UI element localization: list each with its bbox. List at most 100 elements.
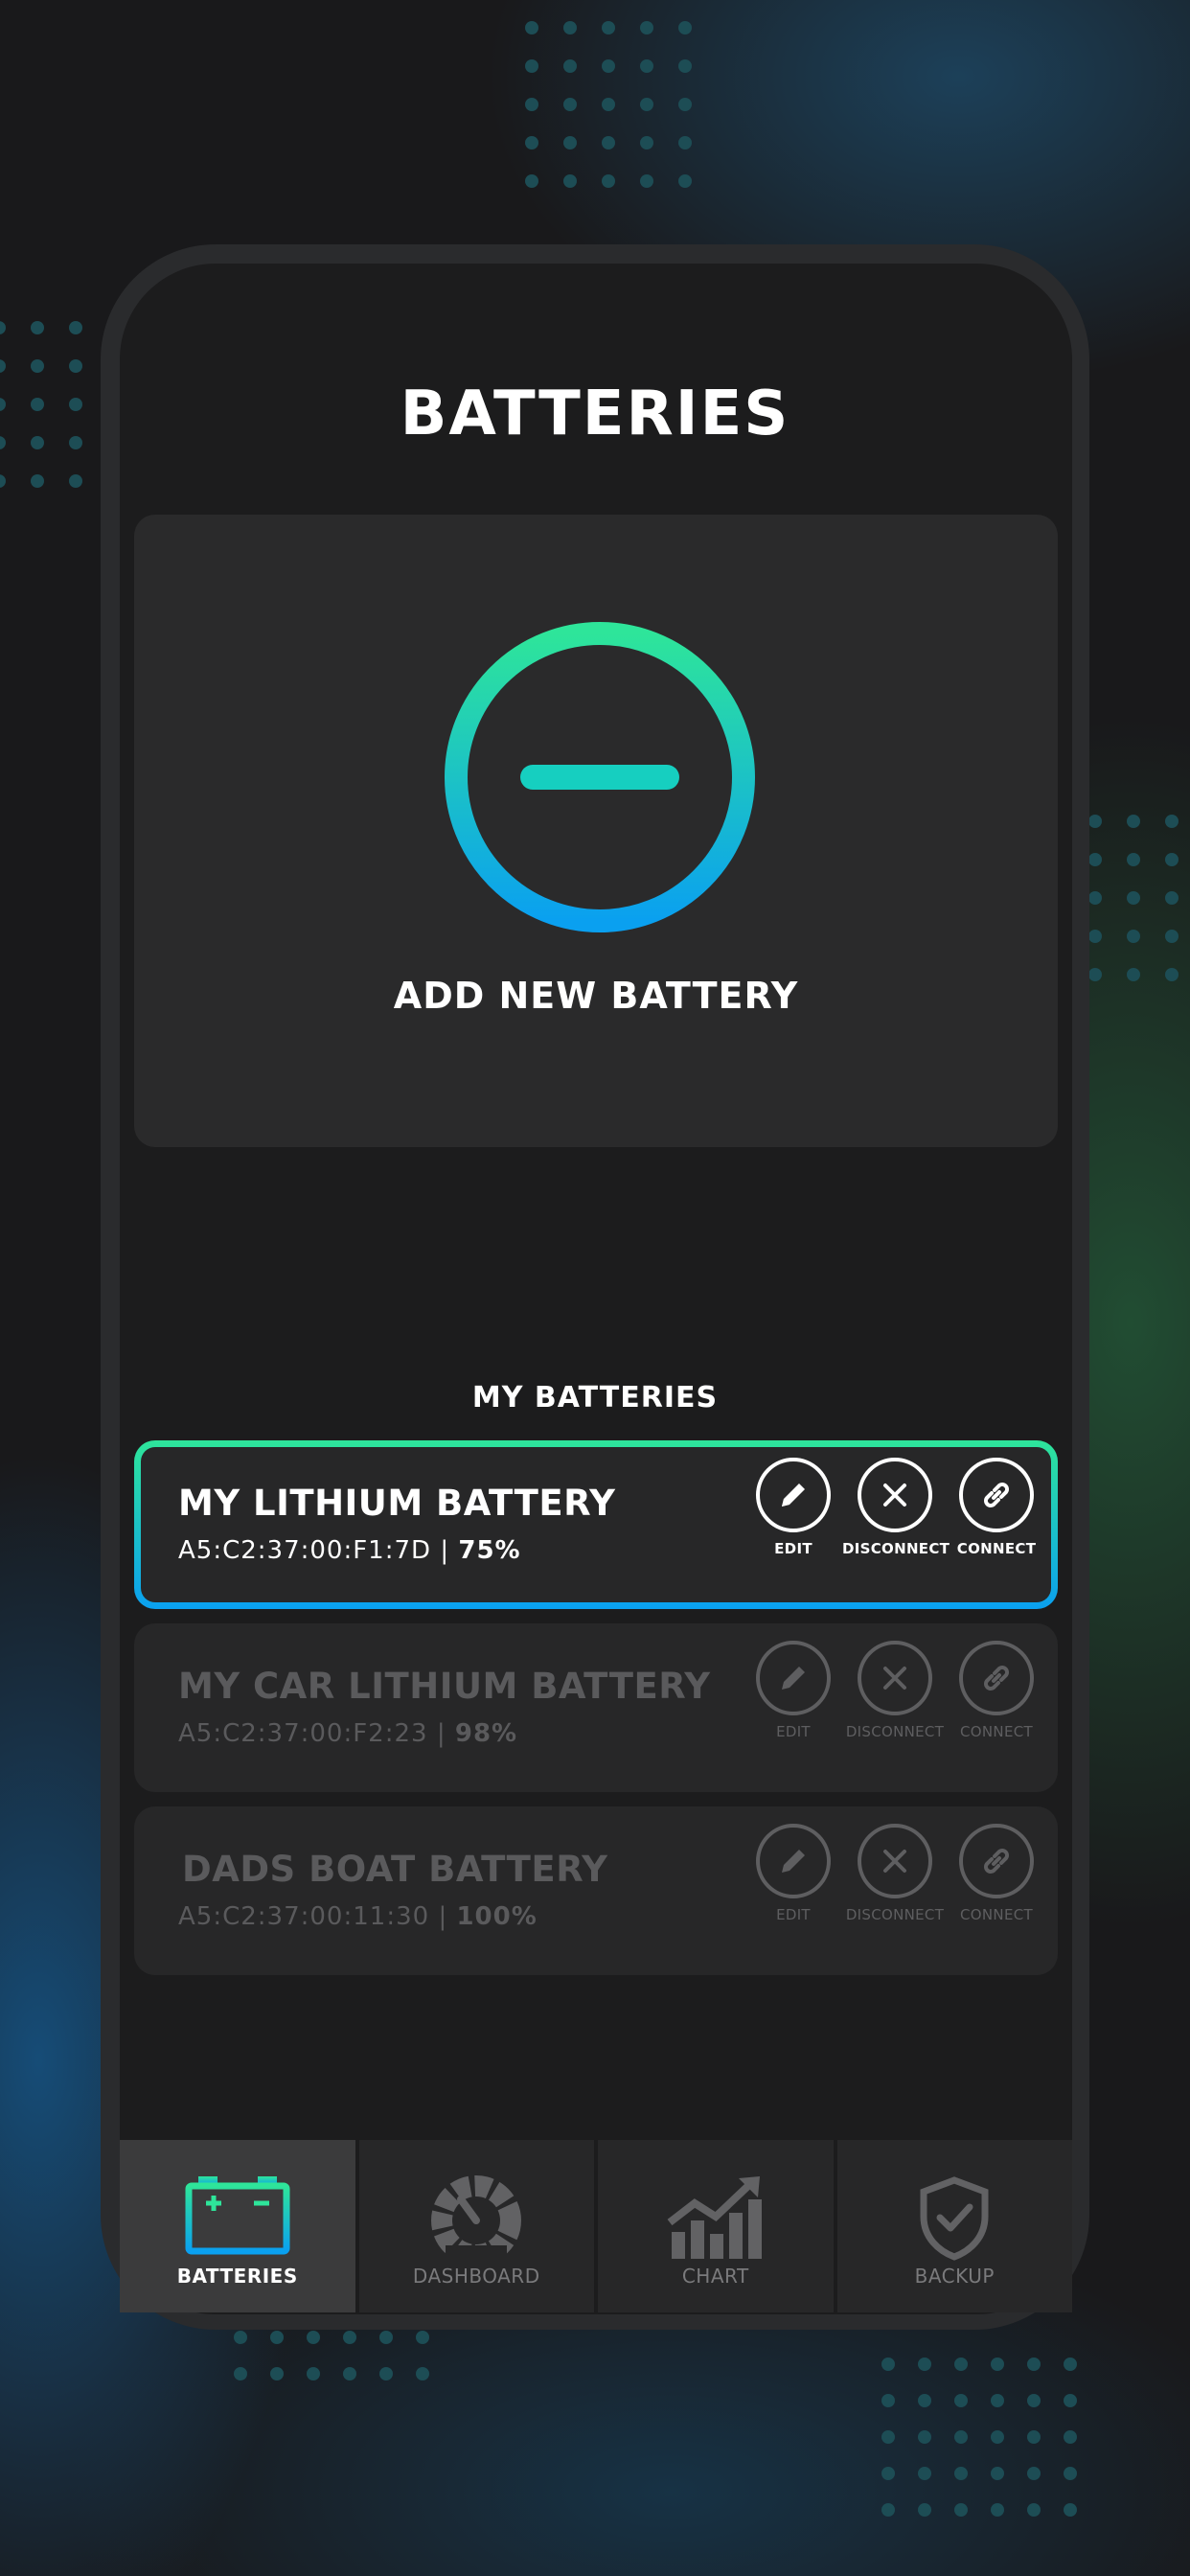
dot <box>954 2430 968 2444</box>
battery-percent: 100% <box>456 1902 538 1931</box>
dot <box>1064 2358 1077 2371</box>
dot <box>1127 891 1140 905</box>
nav-item-chart[interactable]: CHART <box>598 2140 837 2312</box>
dot <box>1127 968 1140 981</box>
close-icon[interactable] <box>858 1458 932 1532</box>
connect-button[interactable]: CONNECT <box>944 1458 1049 1557</box>
dot <box>563 174 577 188</box>
connect-label: CONNECT <box>956 1540 1037 1557</box>
dot <box>991 2467 1004 2480</box>
dot <box>678 59 692 73</box>
disconnect-button[interactable]: DISCONNECT <box>842 1458 950 1557</box>
dot <box>416 2367 429 2380</box>
dot <box>234 2367 247 2380</box>
dot <box>270 2367 284 2380</box>
dot <box>918 2394 931 2407</box>
dot <box>954 2358 968 2371</box>
shield-check-icon <box>916 2174 993 2265</box>
dot <box>1165 968 1179 981</box>
pencil-icon[interactable] <box>756 1641 831 1715</box>
dot <box>525 59 538 73</box>
nav-item-dashboard[interactable]: DASHBOARD <box>358 2140 598 2312</box>
separator: | <box>436 1719 446 1748</box>
dot <box>307 2367 320 2380</box>
battery-card[interactable]: DADS BOAT BATTERY A5:C2:37:00:11:30 | 10… <box>134 1806 1058 1975</box>
gauge-icon <box>426 2174 526 2266</box>
nav-item-backup[interactable]: BACKUP <box>836 2140 1072 2312</box>
nav-label: BACKUP <box>914 2265 995 2288</box>
battery-name: MY LITHIUM BATTERY <box>178 1483 616 1524</box>
dot <box>1088 815 1102 828</box>
pencil-icon[interactable] <box>756 1824 831 1898</box>
battery-info: A5:C2:37:00:11:30 | 100% <box>178 1902 538 1931</box>
dot <box>954 2394 968 2407</box>
disconnect-label: DISCONNECT <box>845 1723 945 1740</box>
edit-button[interactable]: EDIT <box>741 1458 846 1557</box>
nav-label: DASHBOARD <box>412 2265 540 2288</box>
dot <box>1064 2503 1077 2517</box>
dot <box>991 2430 1004 2444</box>
page-title: BATTERIES <box>400 379 790 449</box>
pencil-icon[interactable] <box>756 1458 831 1532</box>
dot <box>991 2503 1004 2517</box>
dot <box>525 136 538 150</box>
link-icon[interactable] <box>959 1641 1034 1715</box>
battery-name: DADS BOAT BATTERY <box>182 1849 608 1890</box>
link-icon[interactable] <box>959 1824 1034 1898</box>
dot <box>69 321 82 334</box>
dot <box>1165 930 1179 943</box>
disconnect-label: DISCONNECT <box>842 1540 950 1557</box>
battery-icon <box>185 2174 290 2259</box>
disconnect-button[interactable]: DISCONNECT <box>842 1824 948 1923</box>
dot <box>270 2331 284 2344</box>
dot <box>602 174 615 188</box>
dot <box>918 2467 931 2480</box>
dot <box>1027 2503 1041 2517</box>
dot <box>640 174 653 188</box>
connect-label: CONNECT <box>960 1906 1033 1923</box>
dot <box>1064 2394 1077 2407</box>
battery-mac: A5:C2:37:00:F2:23 <box>178 1719 428 1748</box>
dot <box>918 2430 931 2444</box>
battery-mac: A5:C2:37:00:F1:7D <box>178 1536 432 1565</box>
link-icon[interactable] <box>959 1458 1034 1532</box>
bottom-nav: BATTERIES DASHBOARD CHART BACKUP <box>120 2140 1072 2312</box>
dot <box>525 174 538 188</box>
nav-label: BATTERIES <box>176 2265 298 2288</box>
plus-circle-icon[interactable] <box>445 622 755 932</box>
connect-button[interactable]: CONNECT <box>944 1824 1049 1923</box>
edit-label: EDIT <box>776 1723 811 1740</box>
edit-label: EDIT <box>776 1906 811 1923</box>
dot <box>991 2358 1004 2371</box>
dot <box>640 136 653 150</box>
dot <box>954 2467 968 2480</box>
edit-button[interactable]: EDIT <box>741 1824 846 1923</box>
connect-button[interactable]: CONNECT <box>944 1641 1049 1740</box>
dot <box>678 21 692 34</box>
dot <box>525 98 538 111</box>
nav-label: CHART <box>681 2265 749 2288</box>
add-battery-card[interactable]: ADD NEW BATTERY <box>134 515 1058 1147</box>
dot <box>379 2367 393 2380</box>
battery-card[interactable]: MY LITHIUM BATTERY A5:C2:37:00:F1:7D | 7… <box>134 1440 1058 1609</box>
close-icon[interactable] <box>858 1824 932 1898</box>
dot <box>602 21 615 34</box>
dot <box>1088 891 1102 905</box>
dot <box>563 136 577 150</box>
section-title: MY BATTERIES <box>471 1381 719 1414</box>
close-icon[interactable] <box>858 1641 932 1715</box>
disconnect-button[interactable]: DISCONNECT <box>842 1641 948 1740</box>
dot <box>678 174 692 188</box>
dot <box>31 359 44 373</box>
dot <box>343 2331 356 2344</box>
battery-percent: 75% <box>458 1536 521 1565</box>
dot <box>1088 968 1102 981</box>
dot <box>881 2358 895 2371</box>
nav-item-batteries[interactable]: BATTERIES <box>120 2140 359 2312</box>
edit-button[interactable]: EDIT <box>741 1641 846 1740</box>
dot <box>1127 930 1140 943</box>
dot <box>1064 2430 1077 2444</box>
dot <box>602 136 615 150</box>
dot <box>954 2503 968 2517</box>
battery-card[interactable]: MY CAR LITHIUM BATTERY A5:C2:37:00:F2:23… <box>134 1623 1058 1792</box>
